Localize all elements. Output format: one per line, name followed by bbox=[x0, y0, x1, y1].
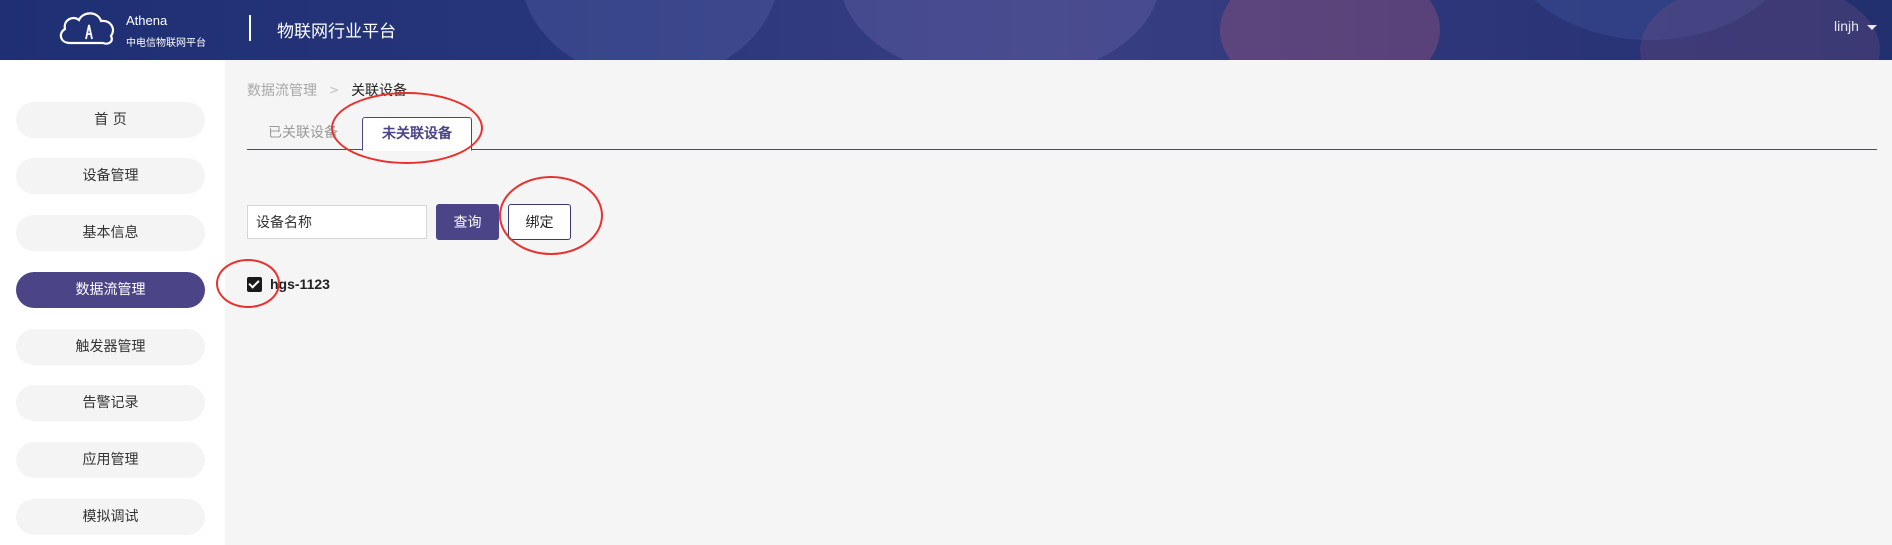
main-content: 数据流管理 > 关联设备 已关联设备 未关联设备 查询 绑定 hgs-1123 bbox=[225, 60, 1892, 545]
breadcrumb-separator: > bbox=[329, 83, 340, 97]
sidebar-item-basic-info[interactable]: 基本信息 bbox=[16, 215, 205, 251]
device-checkbox[interactable] bbox=[247, 276, 262, 292]
list-item: hgs-1123 bbox=[247, 276, 330, 292]
tab-bar: 已关联设备 未关联设备 bbox=[247, 117, 1877, 151]
bind-button[interactable]: 绑定 bbox=[508, 204, 571, 240]
header-decoration bbox=[1220, 0, 1440, 60]
device-name: hgs-1123 bbox=[270, 276, 330, 292]
header-decoration bbox=[840, 0, 1160, 60]
sidebar-item-simulation-debug[interactable]: 模拟调试 bbox=[16, 499, 205, 535]
logo-subtitle: 中电信物联网平台 bbox=[126, 38, 206, 49]
sidebar-item-app-management[interactable]: 应用管理 bbox=[16, 442, 205, 478]
breadcrumb-current: 关联设备 bbox=[351, 83, 408, 99]
top-header: Athena 中电信物联网平台 物联网行业平台 linjh bbox=[0, 0, 1892, 60]
platform-title: 物联网行业平台 bbox=[277, 22, 396, 42]
sidebar-item-trigger-management[interactable]: 触发器管理 bbox=[16, 329, 205, 365]
logo-name: Athena bbox=[126, 13, 168, 28]
username: linjh bbox=[1834, 18, 1859, 34]
header-divider bbox=[249, 15, 251, 41]
tab-linked-devices[interactable]: 已关联设备 bbox=[247, 117, 359, 150]
header-decoration bbox=[520, 0, 780, 60]
device-name-input[interactable] bbox=[247, 205, 427, 239]
sidebar-item-alarm-records[interactable]: 告警记录 bbox=[16, 385, 205, 421]
breadcrumb-parent[interactable]: 数据流管理 bbox=[247, 80, 317, 100]
sidebar: 首 页 设备管理 基本信息 数据流管理 触发器管理 告警记录 应用管理 模拟调试 bbox=[0, 60, 225, 545]
cloud-logo-icon bbox=[59, 12, 115, 45]
sidebar-item-home[interactable]: 首 页 bbox=[16, 102, 205, 138]
breadcrumb: 数据流管理 > 关联设备 bbox=[247, 80, 407, 100]
chevron-down-icon bbox=[1866, 24, 1877, 30]
tab-unlinked-devices[interactable]: 未关联设备 bbox=[362, 117, 472, 151]
brand-logo[interactable]: Athena 中电信物联网平台 bbox=[56, 9, 216, 49]
user-menu[interactable]: linjh bbox=[1834, 18, 1877, 34]
query-button[interactable]: 查询 bbox=[436, 204, 499, 240]
sidebar-item-device-management[interactable]: 设备管理 bbox=[16, 158, 205, 194]
sidebar-item-dataflow-management[interactable]: 数据流管理 bbox=[16, 272, 205, 308]
